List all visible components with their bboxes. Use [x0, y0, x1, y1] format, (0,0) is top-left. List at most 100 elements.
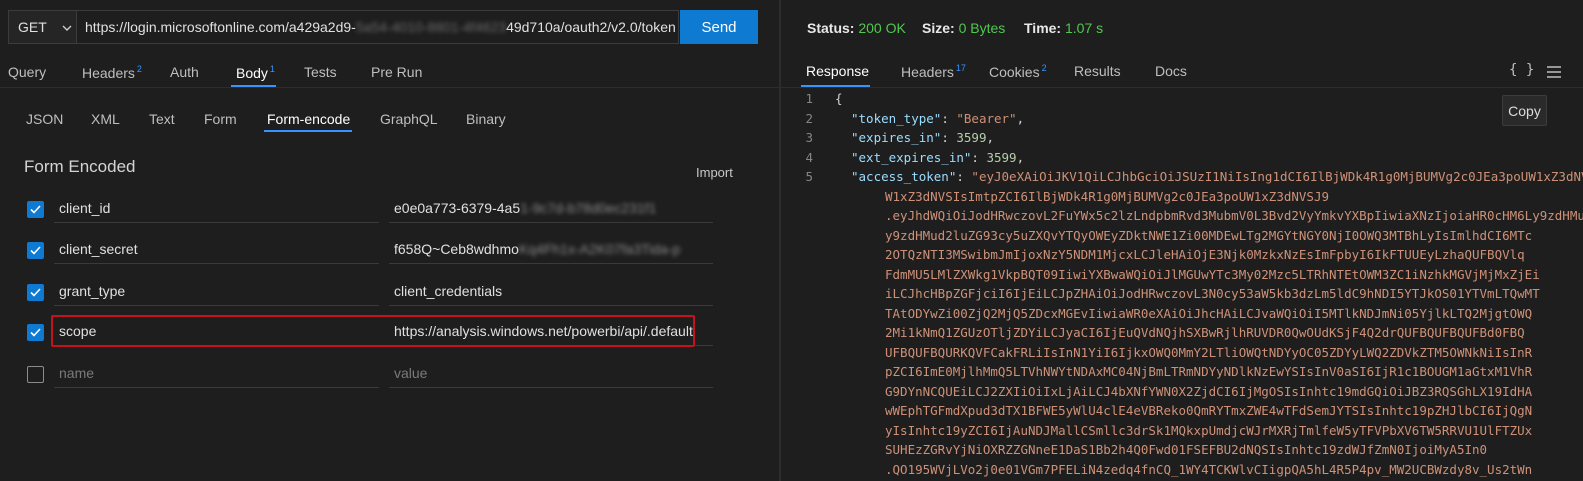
token-line: W1xZ3dNVSIsImtpZCI6IlBjWDk4R1g0MjBUMVg2c…: [885, 188, 1330, 204]
size-value: 0 Bytes: [958, 20, 1006, 36]
checkmark-icon: [30, 205, 41, 214]
tab-auth[interactable]: Auth: [170, 64, 199, 80]
size-readout: Size: 0 Bytes: [922, 20, 1005, 36]
row-value-input[interactable]: f658Q~Ceb8wdhmoKq4Fh1x-A2K07fa3Tida-p: [389, 234, 713, 264]
line-number: 3: [805, 130, 813, 145]
line-number: 5: [805, 169, 813, 184]
tab-label: Auth: [170, 64, 199, 80]
tab-headers[interactable]: Headers 2: [82, 64, 142, 81]
form-row: grant_type client_credentials: [0, 276, 779, 314]
import-button[interactable]: Import: [696, 165, 733, 180]
tab-cookies[interactable]: Cookies 2: [989, 63, 1047, 80]
json-value: 3599: [986, 149, 1017, 165]
response-panel: Status: 200 OK Size: 0 Bytes Time: 1.07 …: [781, 0, 1583, 481]
tab-tests[interactable]: Tests: [304, 64, 337, 80]
body-tab-form-encode[interactable]: Form-encode: [267, 111, 350, 127]
status-label: Status:: [807, 20, 855, 36]
tab-badge: 2: [1041, 63, 1047, 73]
url-bar: GET https://login.microsoftonline.com/a4…: [8, 10, 758, 44]
row-value: client_credentials: [394, 283, 503, 299]
token-line: TAtODYwZi00ZjQ2MjQ5ZDcxMGEvIiwiaWR0eXAiO…: [885, 305, 1533, 321]
form-title: Form Encoded: [24, 157, 136, 176]
row-value-redacted: 1-9c7d-b78d0ec231f1: [520, 200, 657, 216]
token-line: FdmMU5LMlZXWkg1VkpBQT09IiwiYXBwaWQiOiJlM…: [885, 266, 1540, 282]
row-value-input[interactable]: client_credentials: [389, 276, 713, 306]
body-tab-form[interactable]: Form: [204, 111, 237, 127]
tab-label: Cookies: [989, 64, 1040, 80]
tab-label: Docs: [1155, 63, 1187, 79]
method-select[interactable]: GET: [8, 10, 76, 44]
row-value: f658Q~Ceb8wdhmo: [394, 241, 519, 257]
token-line: wWEphTGFmdXpud3dTX1BFWE5yWlU4clE4eVBReko…: [885, 403, 1533, 418]
token-line: pZCI6ImE0MjlhMmQ5LTVhNWYtNDAxMC04NjBmLTR…: [885, 364, 1533, 379]
tab-label: Body: [236, 65, 268, 81]
token-line: 2OTQzNTI3MSwibmJmIjoxNzY5NDM1MjcxLCJleHA…: [885, 247, 1525, 262]
body-tab-json[interactable]: JSON: [26, 111, 63, 127]
tab-label: Tests: [304, 64, 337, 80]
tab-response-headers[interactable]: Headers 17: [901, 63, 966, 80]
token-line: yIsInhtc19yZCI6IjAuNDJMallCSmllc3drSk1MQ…: [885, 422, 1533, 438]
status-readout: Status: 200 OK: [807, 20, 906, 36]
json-open-brace: {: [835, 91, 843, 106]
json-line-ext-expires-in: "ext_expires_in": 3599,: [851, 149, 1025, 165]
new-key-input[interactable]: name: [54, 358, 379, 388]
row-key-input[interactable]: client_secret: [54, 234, 379, 264]
row-checkbox[interactable]: [27, 366, 44, 383]
status-value: 200 OK: [858, 20, 906, 36]
active-subtab-indicator: [264, 130, 352, 132]
json-key: "ext_expires_in": [851, 149, 972, 165]
token-line: .QO195WVjLVo2j0e01VGm7PFELiN4zedq4fnCQ_1…: [885, 461, 1533, 477]
request-panel: GET https://login.microsoftonline.com/a4…: [0, 0, 779, 481]
json-line-expires-in: "expires_in": 3599,: [851, 130, 995, 145]
body-tab-binary[interactable]: Binary: [466, 111, 506, 127]
json-value: 3599: [956, 130, 987, 145]
tab-label: Pre Run: [371, 64, 423, 80]
tab-badge: 17: [955, 63, 966, 73]
row-value-redacted: Kq4Fh1x-A2K07fa3Tida-p: [518, 241, 681, 257]
url-suffix: 49d710a/oauth2/v2.0/token: [506, 19, 676, 35]
token-line: iLCJhcHBpZGFjciI6IjEiLCJpZHAiOiJodHRwczo…: [885, 286, 1540, 301]
token-line: y9zdHMud2luZG93cy5uZXQvYTQyOWEyZDktNWE1Z…: [885, 227, 1533, 243]
time-label: Time:: [1024, 20, 1062, 36]
tab-pre-run[interactable]: Pre Run: [371, 64, 422, 80]
tab-label: Results: [1074, 63, 1121, 79]
tab-query[interactable]: Query: [8, 64, 46, 80]
checkmark-icon: [30, 246, 41, 255]
body-tab-graphql[interactable]: GraphQL: [380, 111, 438, 127]
json-key: "access_token": [851, 169, 957, 184]
row-checkbox[interactable]: [27, 201, 44, 218]
row-value: e0e0a773-6379-4a5: [394, 200, 521, 216]
format-braces-icon[interactable]: { }: [1509, 62, 1534, 78]
body-tab-text[interactable]: Text: [149, 111, 175, 127]
new-value-input[interactable]: value: [389, 358, 713, 388]
chevron-down-icon: [61, 21, 73, 33]
row-checkbox[interactable]: [27, 324, 44, 341]
row-checkbox[interactable]: [27, 242, 44, 259]
row-key-input[interactable]: client_id: [54, 193, 379, 223]
response-tabs-divider: [781, 87, 1583, 88]
tab-label: Query: [8, 64, 47, 80]
row-checkbox[interactable]: [27, 284, 44, 301]
tab-docs[interactable]: Docs: [1155, 63, 1187, 79]
tab-results[interactable]: Results: [1074, 63, 1121, 79]
token-line: G9DYnNCQUEiLCJ2ZXIiOiIxLjAiLCJ4bXNfYWN0X…: [885, 383, 1533, 399]
token-line: SUHEzZGRvYjNiOXRZZGNneE1DaS1Bb2h4Q0Fwd01…: [885, 442, 1488, 457]
url-input[interactable]: https://login.microsoftonline.com/a429a2…: [76, 10, 679, 44]
row-value-input[interactable]: e0e0a773-6379-4a51-9c7d-b78d0ec231f1: [389, 193, 713, 223]
menu-icon[interactable]: [1547, 66, 1561, 78]
copy-button[interactable]: Copy: [1502, 95, 1547, 126]
tab-badge: 2: [136, 64, 142, 74]
tab-label: Response: [806, 63, 870, 79]
tab-label: Headers: [82, 65, 135, 81]
token-line: 2Mi1kNmQ1ZGUzOTljZDYiLCJyaCI6IjEuQVdNQjh…: [885, 325, 1525, 340]
json-line-access-token: "access_token": "eyJ0eXAiOiJKV1QiLCJhbGc…: [851, 167, 1583, 187]
json-value: "eyJ0eXAiOiJKV1QiLCJhbGciOiJSUzI1NiIsIng…: [971, 169, 1583, 184]
tab-body[interactable]: Body 1: [236, 64, 275, 81]
send-button[interactable]: Send: [680, 10, 758, 44]
tab-badge: 1: [269, 64, 275, 74]
json-key: "token_type": [851, 110, 942, 126]
body-tab-xml[interactable]: XML: [91, 111, 120, 127]
json-line-token-type: "token_type": "Bearer",: [851, 110, 1025, 126]
tab-response[interactable]: Response: [806, 63, 869, 79]
row-key-input[interactable]: grant_type: [54, 276, 379, 306]
